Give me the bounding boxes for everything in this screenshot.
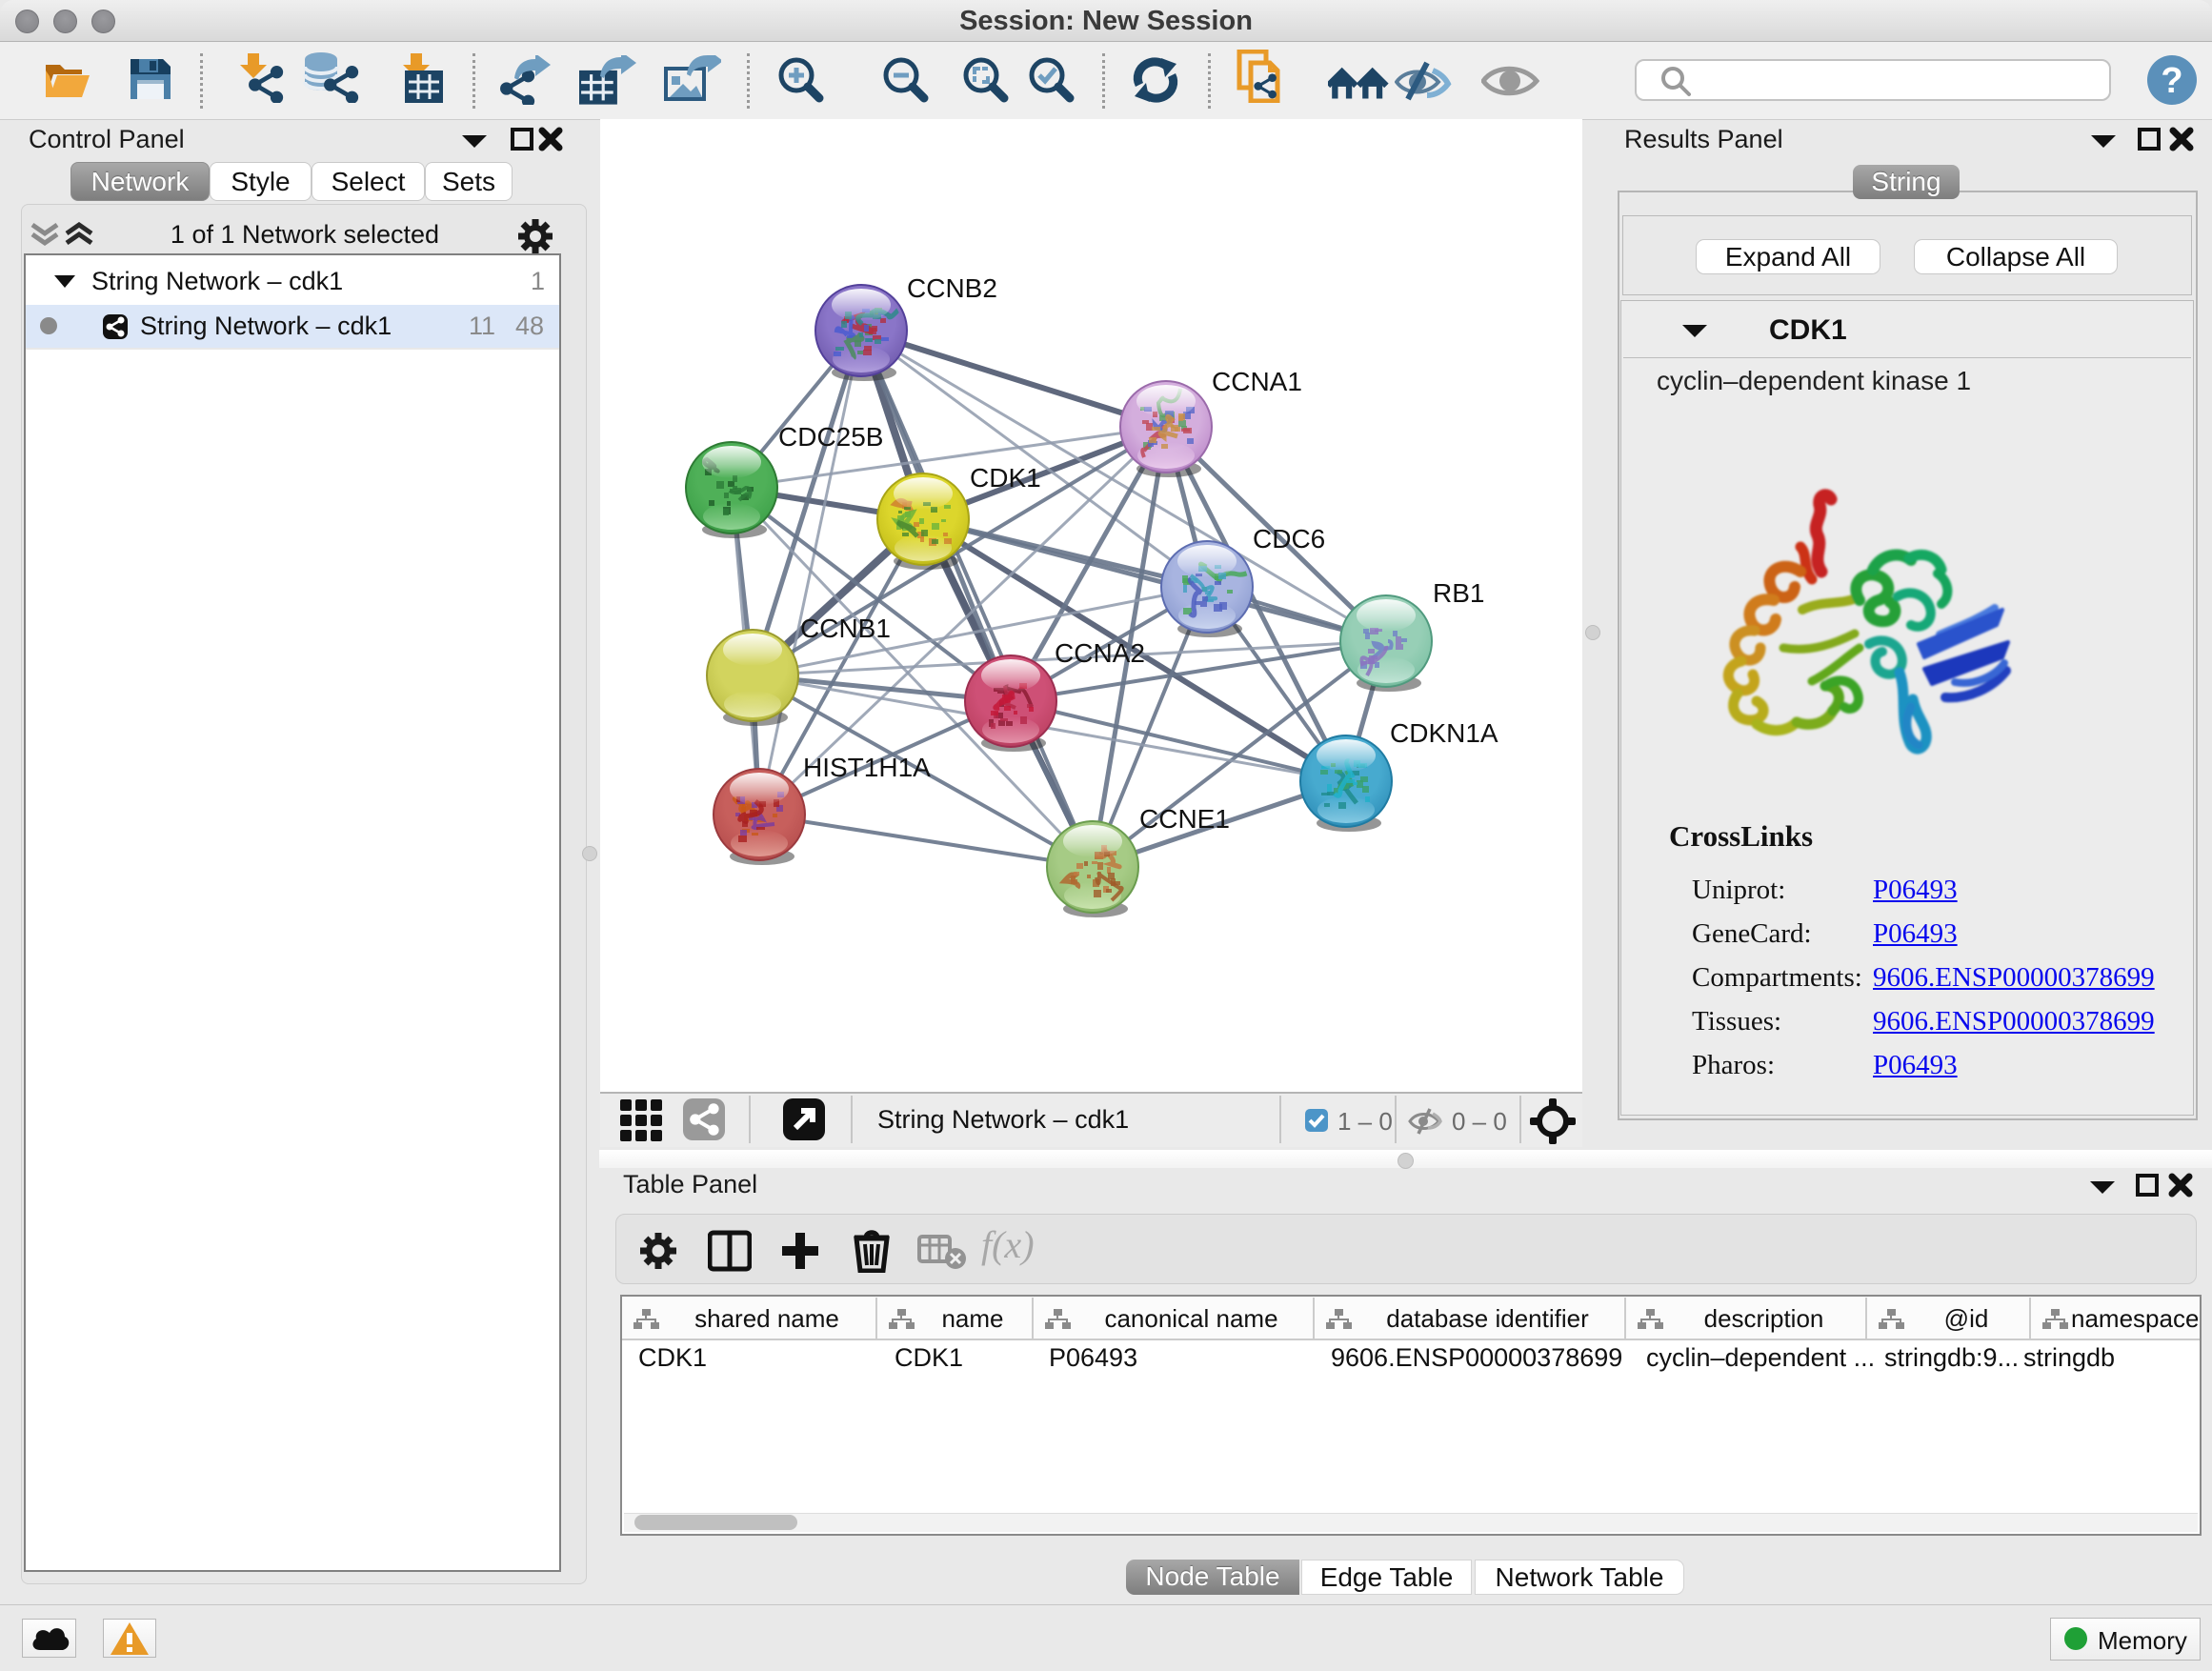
svg-text:CDC6: CDC6 <box>1253 524 1325 554</box>
svg-text:CCNE1: CCNE1 <box>1139 804 1230 834</box>
svg-text:CDC25B: CDC25B <box>778 422 883 452</box>
svg-text:CDK1: CDK1 <box>970 463 1041 493</box>
svg-text:CCNB2: CCNB2 <box>907 273 997 303</box>
svg-text:CDKN1A: CDKN1A <box>1390 718 1498 748</box>
svg-text:RB1: RB1 <box>1433 578 1484 608</box>
svg-text:CCNA2: CCNA2 <box>1055 638 1145 668</box>
svg-text:?: ? <box>2161 61 2182 101</box>
svg-text:CCNB1: CCNB1 <box>800 614 891 643</box>
svg-text:HIST1H1A: HIST1H1A <box>803 753 931 782</box>
svg-text:CCNA1: CCNA1 <box>1212 367 1302 396</box>
